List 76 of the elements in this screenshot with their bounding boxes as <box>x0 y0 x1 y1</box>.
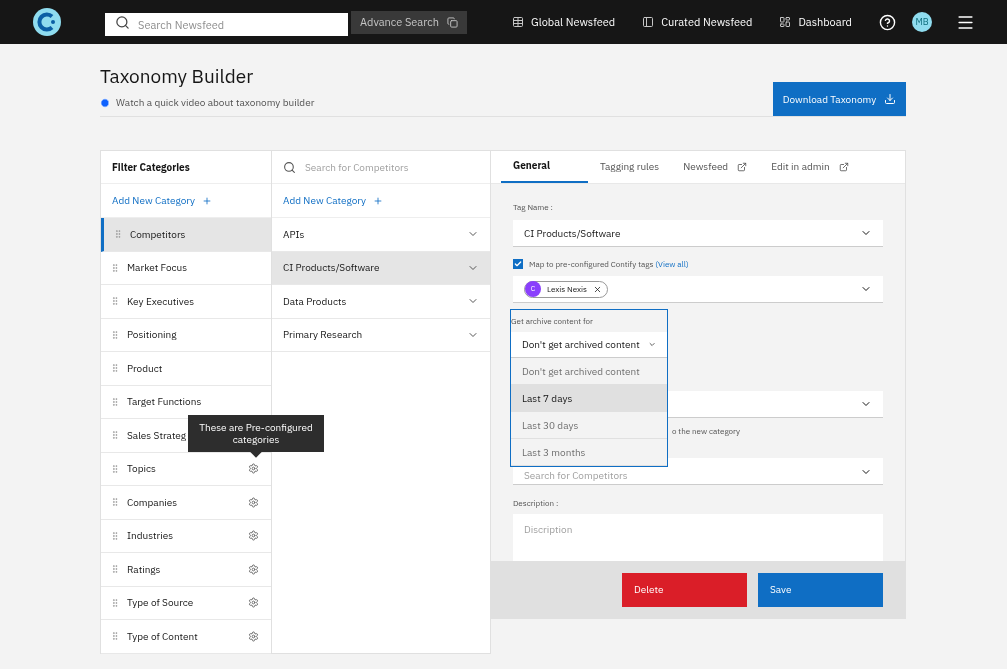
table-icon <box>512 16 524 28</box>
download-button[interactable]: Download Taxonomy <box>773 82 906 116</box>
subcategory-item[interactable]: Primary Research <box>272 318 490 352</box>
archive-select[interactable]: Don't get archived content <box>511 332 667 358</box>
nav-link[interactable]: Dashboard <box>779 13 852 31</box>
delete-button[interactable]: Delete <box>622 572 747 607</box>
subcategory-item[interactable]: CI Products/Software <box>272 251 490 285</box>
drag-handle-icon[interactable] <box>110 564 120 575</box>
tab[interactable]: Newsfeed <box>671 150 760 183</box>
field-label: Tag Name : <box>513 202 554 212</box>
gear-icon[interactable] <box>248 597 259 609</box>
drag-handle-icon[interactable] <box>110 430 120 441</box>
remove-icon[interactable] <box>592 284 602 294</box>
category-item[interactable]: Type of Content <box>101 620 271 654</box>
gear-icon[interactable] <box>248 463 259 475</box>
category-item[interactable]: Key Executives <box>101 285 271 319</box>
download-icon <box>884 93 897 105</box>
subcategory-item[interactable]: Data Products <box>272 285 490 319</box>
plus-icon <box>202 195 212 206</box>
category-item[interactable]: Type of Source <box>101 586 271 620</box>
play-icon <box>100 97 110 108</box>
drag-handle-icon[interactable] <box>110 631 120 642</box>
category-item[interactable]: Positioning <box>101 318 271 352</box>
add-category-link[interactable]: Add New Category <box>272 184 490 218</box>
panel-title: Filter Categories <box>101 151 271 184</box>
category-item[interactable]: Industries <box>101 519 271 553</box>
drag-handle-icon[interactable] <box>110 363 120 374</box>
advance-search-button[interactable]: Advance Search <box>351 10 467 34</box>
tag-name-select[interactable]: CI Products/Software <box>513 220 883 247</box>
helper-text: o the new category <box>672 426 741 436</box>
gear-icon[interactable] <box>248 563 259 575</box>
checkbox-label: Map to pre-configured Contify tags (View all) <box>529 258 689 270</box>
save-button[interactable]: Save <box>758 572 883 607</box>
search-icon <box>115 14 130 30</box>
gear-icon[interactable] <box>248 630 259 642</box>
tab[interactable]: Tagging rules <box>588 150 672 183</box>
help-icon[interactable] <box>879 13 896 31</box>
panel-icon <box>642 16 655 28</box>
drag-handle-icon[interactable] <box>110 329 120 340</box>
drag-handle-icon[interactable] <box>110 530 120 541</box>
category-item[interactable]: Companies <box>101 486 271 520</box>
category-item[interactable]: Competitors <box>101 218 271 252</box>
tab[interactable]: Edit in admin <box>759 150 861 183</box>
user-avatar[interactable]: MB <box>912 12 932 32</box>
copy-icon <box>447 16 458 28</box>
description-field[interactable]: Discription <box>513 514 883 561</box>
dashboard-icon <box>779 16 792 28</box>
drag-handle-icon[interactable] <box>110 396 120 407</box>
plus-icon <box>373 195 383 206</box>
drag-handle-icon[interactable] <box>110 296 120 307</box>
subcategory-item[interactable]: APIs <box>272 218 490 252</box>
tab[interactable]: General <box>501 150 588 183</box>
page-title: Taxonomy Builder <box>100 64 255 88</box>
field-label: Get archive content for <box>511 315 594 328</box>
dropdown-option[interactable]: Last 7 days <box>511 385 667 412</box>
drag-handle-icon[interactable] <box>110 463 120 474</box>
search-field[interactable]: Search Newsfeed <box>105 13 348 36</box>
drag-handle-icon[interactable] <box>110 497 120 508</box>
logo-icon[interactable] <box>32 7 62 37</box>
drag-handle-icon[interactable] <box>110 597 120 608</box>
gear-icon[interactable] <box>248 530 259 542</box>
drag-handle-icon[interactable] <box>113 229 123 240</box>
search-icon <box>283 161 296 174</box>
drag-handle-icon[interactable] <box>110 262 120 273</box>
search-field[interactable]: Search for Competitors <box>272 151 490 183</box>
view-all-link[interactable]: (View all) <box>655 259 689 269</box>
checkbox[interactable] <box>513 259 523 269</box>
gear-icon[interactable] <box>248 496 259 508</box>
category-item[interactable]: Product <box>101 352 271 386</box>
archive-dropdown[interactable]: Get archive content for Don't get archived content Don't get archived content Last 7 days Last 30 days Last 3 months <box>510 309 668 467</box>
video-link[interactable]: Watch a quick video about taxonomy builder <box>100 95 315 110</box>
category-item[interactable]: Market Focus <box>101 251 271 285</box>
field-label: Description : <box>513 498 560 508</box>
category-item[interactable]: Ratings <box>101 553 271 587</box>
nav-link[interactable]: Curated Newsfeed <box>642 13 753 31</box>
nav-link[interactable]: Global Newsfeed <box>512 13 616 31</box>
